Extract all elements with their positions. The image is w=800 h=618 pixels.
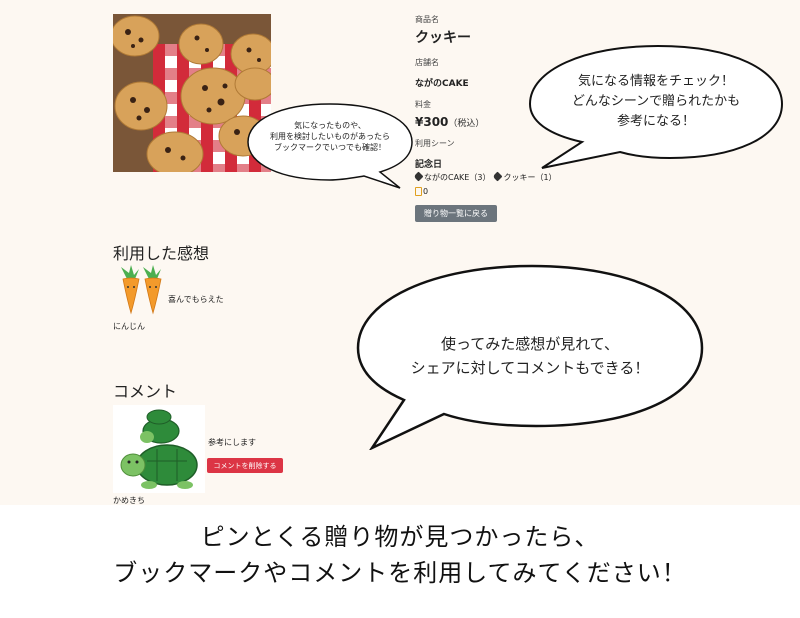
screenshot-area: 商品名 クッキー 店舗名 ながのCAKE 料金 ¥300（税込） 利用シーン 記…: [0, 0, 800, 505]
bookmark-count: 0: [423, 187, 429, 196]
price-tax: （税込）: [448, 119, 485, 129]
comments-title: コメント: [113, 382, 178, 401]
review-speech-bubble: 使ってみた感想が見れて、 シェアに対してコメントもできる！: [350, 260, 710, 450]
back-to-list-button[interactable]: 贈り物一覧に戻る: [415, 205, 497, 222]
carrot-icon: [113, 265, 168, 315]
review-user[interactable]: にんじん: [113, 321, 145, 332]
reviews-title: 利用した感想: [113, 244, 210, 263]
caption-line-2: ブックマークやコメントを利用してみてください！: [113, 559, 687, 587]
caption: ピンとくる贈り物が見つかったら、 ブックマークやコメントを利用してみてください！: [0, 505, 800, 618]
turtle-icon: [113, 405, 205, 493]
info-speech-bubble: 気になる情報をチェック！ どんなシーンで贈られたかも 参考になる！: [520, 40, 790, 175]
bookmark-bubble-text: 気になったものや、 利用を検討したいものがあったら ブックマークでいつでも確認！: [270, 121, 390, 153]
review-text: 喜んでもらえた: [168, 295, 224, 304]
tag-icon: [493, 171, 503, 182]
caption-line-1: ピンとくる贈り物が見つかったら、: [200, 523, 600, 551]
review-bubble-text: 使ってみた感想が見れて、 シェアに対してコメントもできる！: [410, 335, 650, 377]
comment-text: 参考にします: [208, 438, 256, 447]
comment-user[interactable]: かめきち: [113, 495, 145, 505]
bookmark-speech-bubble: 気になったものや、 利用を検討したいものがあったら ブックマークでいつでも確認！: [240, 96, 420, 196]
price-value: ¥300: [415, 115, 449, 129]
product-name-label: 商品名: [415, 15, 439, 24]
tag-item[interactable]: ながのCAKE（3）: [413, 171, 490, 183]
delete-comment-button[interactable]: コメントを削除する: [207, 458, 283, 473]
info-bubble-text: 気になる情報をチェック！ どんなシーンで贈られたかも 参考になる！: [571, 74, 741, 130]
